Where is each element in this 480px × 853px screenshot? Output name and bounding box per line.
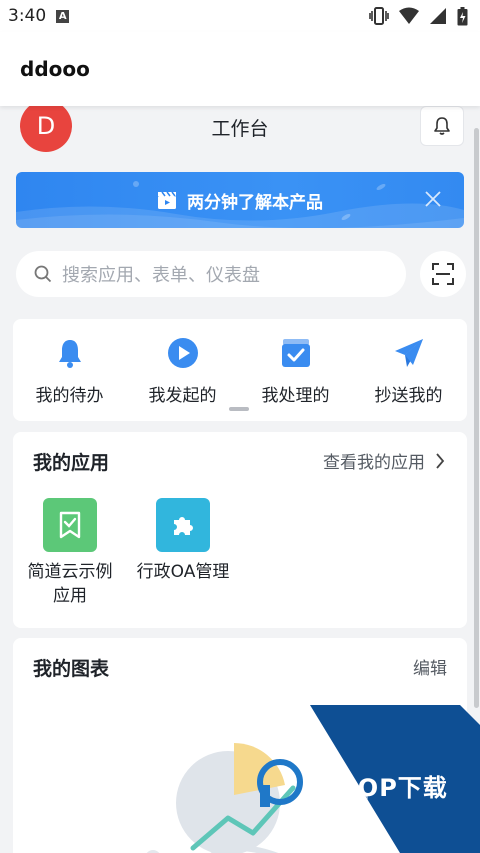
intro-banner[interactable]: 两分钟了解本产品: [16, 172, 464, 228]
page-indicator: [229, 407, 249, 411]
paper-plane-icon: [394, 339, 423, 367]
puzzle-icon: [174, 517, 193, 535]
quick-actions-card: 我的待办 我发起的 我处理的 抄送我的: [13, 319, 467, 421]
bell-outline-icon: [434, 117, 450, 135]
quick-action-todo[interactable]: 我的待办: [13, 337, 126, 406]
app-tile[interactable]: 行政OA管理: [133, 498, 233, 584]
bell-icon: [58, 340, 81, 368]
banner-close-icon[interactable]: [424, 190, 442, 208]
app-name: 简道云示例应用: [27, 562, 113, 606]
app-name: 行政OA管理: [136, 562, 230, 582]
signal-icon: [430, 8, 446, 24]
app-tile[interactable]: 简道云示例应用: [20, 498, 120, 608]
status-bar: 3:40 A: [0, 0, 480, 32]
notification-a-icon: A: [56, 9, 70, 23]
bookmark-check-icon: [59, 511, 81, 539]
quick-action-label: 抄送我的: [374, 386, 443, 406]
search-placeholder: 搜索应用、表单、仪表盘: [62, 265, 260, 286]
quick-action-label: 我的待办: [35, 386, 104, 406]
search-icon: [34, 265, 52, 283]
battery-icon: [457, 6, 468, 25]
view-my-apps-link[interactable]: 查看我的应用: [323, 448, 445, 473]
quick-action-handled[interactable]: 我处理的: [239, 337, 352, 406]
video-clapper-icon: [158, 191, 176, 209]
app-icon-bg: [43, 498, 97, 552]
wifi-icon: [399, 7, 419, 24]
app-title: ddooo: [20, 57, 90, 81]
scan-icon: [432, 263, 454, 285]
app-icon-bg: [156, 498, 210, 552]
pcpop-watermark: PCPOP下载 PCPOP Download: [250, 705, 480, 853]
vibrate-icon: [369, 7, 389, 25]
banner-text: 两分钟了解本产品: [187, 192, 323, 213]
scrollbar[interactable]: [474, 128, 479, 708]
search-input[interactable]: 搜索应用、表单、仪表盘: [16, 251, 406, 297]
scan-button[interactable]: [420, 251, 466, 297]
my-apps-card: 我的应用 查看我的应用 简道云示例应用 行政OA管理: [13, 432, 467, 628]
status-time: 3:40: [8, 6, 47, 26]
check-calendar-icon: [281, 339, 310, 367]
chevron-right-icon: [436, 452, 445, 469]
page-title: 工作台: [211, 118, 269, 140]
notification-button[interactable]: [420, 106, 464, 146]
app-bar: ddooo: [0, 32, 480, 106]
watermark-sub: PCPOP Download: [308, 794, 369, 802]
quick-action-cc[interactable]: 抄送我的: [352, 337, 465, 406]
edit-charts-button[interactable]: 编辑: [413, 654, 447, 679]
my-apps-title: 我的应用: [33, 452, 110, 474]
play-icon: [167, 338, 198, 368]
quick-action-label: 我处理的: [261, 386, 330, 406]
quick-action-initiated[interactable]: 我发起的: [126, 337, 239, 406]
workbench-header: D 工作台: [0, 106, 480, 156]
my-charts-title: 我的图表: [33, 658, 110, 680]
quick-action-label: 我发起的: [148, 386, 217, 406]
